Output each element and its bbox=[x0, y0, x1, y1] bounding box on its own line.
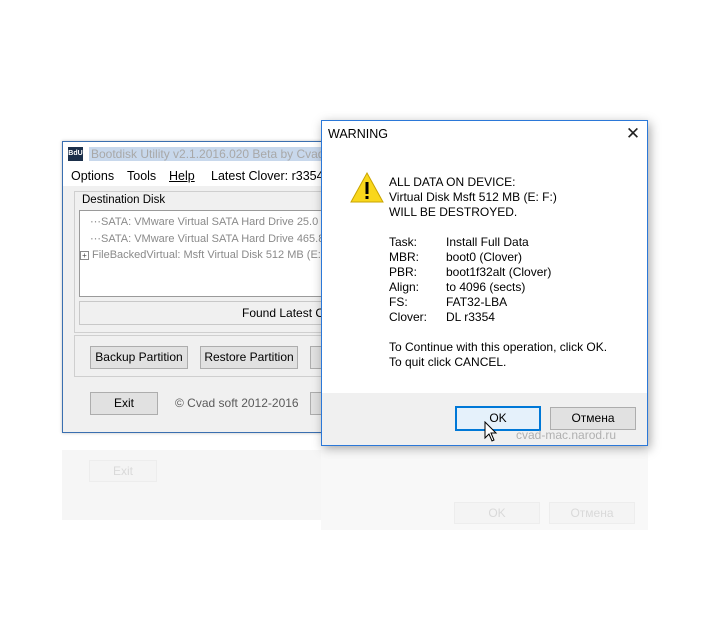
detail-value: Install Full Data bbox=[446, 235, 529, 249]
close-icon[interactable]: ✕ bbox=[622, 123, 644, 145]
detail-key: PBR: bbox=[389, 265, 418, 279]
dialog-title: WARNING bbox=[328, 127, 388, 141]
detail-key: FS: bbox=[389, 295, 408, 309]
mouse-cursor-icon bbox=[484, 421, 498, 442]
warning-icon bbox=[350, 171, 384, 203]
detail-key: Align: bbox=[389, 280, 420, 294]
restore-partition-button[interactable]: Restore Partition bbox=[200, 346, 298, 369]
destroyed-line: WILL BE DESTROYED. bbox=[389, 205, 518, 219]
menu-options[interactable]: Options bbox=[71, 169, 114, 183]
detail-value: boot0 (Clover) bbox=[446, 250, 523, 264]
detail-key: MBR: bbox=[389, 250, 419, 264]
menu-help[interactable]: Help bbox=[169, 169, 195, 183]
warning-dialog: WARNING ✕ ALL DATA ON DEVICE: Virtual Di… bbox=[321, 120, 648, 446]
expand-plus-icon[interactable]: + bbox=[80, 251, 89, 260]
menu-tools[interactable]: Tools bbox=[127, 169, 156, 183]
backup-partition-button[interactable]: Backup Partition bbox=[90, 346, 188, 369]
main-window-titlebar[interactable]: BdU Bootdisk Utility v2.1.2016.020 Beta … bbox=[63, 142, 327, 166]
disk-item[interactable]: + FileBackedVirtual: Msft Virtual Disk 51… bbox=[80, 249, 325, 261]
main-window: BdU Bootdisk Utility v2.1.2016.020 Beta … bbox=[62, 141, 350, 433]
disk-tree[interactable]: ⋯SATA: VMware Virtual SATA Hard Drive 25… bbox=[79, 210, 343, 297]
disk-item[interactable]: ⋯SATA: VMware Virtual SATA Hard Drive 25… bbox=[90, 215, 337, 228]
copyright-text: © Cvad soft 2012-2016 bbox=[175, 396, 299, 410]
reflection-ok-button: OK bbox=[454, 502, 540, 524]
main-window-title: Bootdisk Utility v2.1.2016.020 Beta by C… bbox=[89, 147, 327, 161]
reflection-exit-button: Exit bbox=[89, 460, 157, 482]
detail-value: DL r3354 bbox=[446, 310, 495, 324]
continue-instruction: To Continue with this operation, click O… bbox=[389, 340, 608, 354]
watermark-text: cvad-mac.narod.ru bbox=[516, 428, 617, 442]
app-icon: BdU bbox=[68, 147, 83, 161]
disk-item[interactable]: ⋯SATA: VMware Virtual SATA Hard Drive 46… bbox=[90, 232, 343, 245]
quit-instruction: To quit click CANCEL. bbox=[389, 355, 507, 369]
device-line: Virtual Disk Msft 512 MB (E: F:) bbox=[389, 190, 557, 204]
menu-bar: Options Tools Help Latest Clover: r3354 bbox=[63, 166, 325, 186]
destination-label: Destination Disk bbox=[80, 194, 168, 206]
detail-value: FAT32-LBA bbox=[446, 295, 508, 309]
detail-value: boot1f32alt (Clover) bbox=[446, 265, 552, 279]
window-reflection: Exit OK Отмена bbox=[62, 450, 649, 530]
detail-key: Clover: bbox=[389, 310, 428, 324]
reflection-cancel-button: Отмена bbox=[549, 502, 635, 524]
latest-clover-label: Latest Clover: r3354 bbox=[211, 169, 324, 183]
cancel-button[interactable]: Отмена bbox=[550, 407, 636, 430]
detail-key: Task: bbox=[389, 235, 418, 249]
detail-value: to 4096 (sects) bbox=[446, 280, 526, 294]
warning-line: ALL DATA ON DEVICE: bbox=[389, 175, 516, 189]
exit-button[interactable]: Exit bbox=[90, 392, 158, 415]
